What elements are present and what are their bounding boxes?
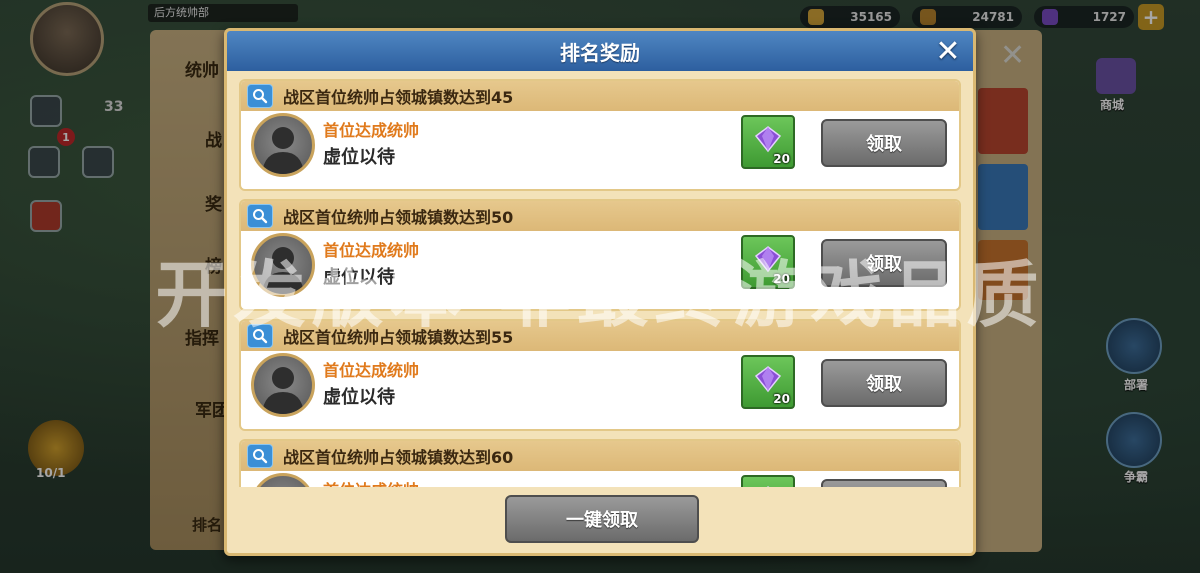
reward-item[interactable]: 20 [741,235,795,289]
reward-item[interactable]: 20 [741,355,795,409]
holder-role: 首位达成统帅 [323,121,420,140]
reward-condition: 战区首位统帅占领城镇数达到60 [283,448,514,467]
close-icon[interactable]: ✕ [931,34,965,69]
reward-card-body: 首位达成统帅 虚位以待 20 领取 [241,231,959,309]
modal-title: 排名奖励 [560,40,640,65]
reward-quantity: 20 [773,272,790,286]
reward-card-header: 战区首位统帅占领城镇数达到45 [241,81,959,111]
purple-gem-icon [754,246,782,273]
purple-gem-icon [754,126,782,153]
holder-name: 虚位以待 [323,147,395,168]
search-icon[interactable] [247,84,273,108]
modal-footer: 一键领取 [227,487,973,553]
reward-condition: 战区首位统帅占领城镇数达到50 [283,208,514,227]
reward-condition: 战区首位统帅占领城镇数达到55 [283,328,514,347]
claim-button[interactable]: 领取 [821,119,947,167]
claim-button[interactable]: 领取 [821,359,947,407]
claim-all-button[interactable]: 一键领取 [505,495,699,543]
reward-quantity: 20 [773,392,790,406]
reward-card-header: 战区首位统帅占领城镇数达到60 [241,441,959,471]
search-icon[interactable] [247,204,273,228]
reward-quantity: 20 [773,152,790,166]
silhouette-avatar-icon [251,113,315,177]
reward-card-body: 首位达成统帅 虚位以待 20 领取 [241,111,959,189]
reward-card: 战区首位统帅占领城镇数达到45 首位达成统帅 虚位以待 20 领取 [239,79,961,191]
holder-name: 虚位以待 [323,267,395,288]
reward-card-header: 战区首位统帅占领城镇数达到55 [241,321,959,351]
reward-card: 战区首位统帅占领城镇数达到55 首位达成统帅 虚位以待 20 领取 [239,319,961,431]
silhouette-avatar-icon [251,353,315,417]
reward-card: 战区首位统帅占领城镇数达到60 首位达成统帅 虚位以待 20 领取 [239,439,961,489]
purple-gem-icon [754,366,782,393]
reward-list[interactable]: 战区首位统帅占领城镇数达到45 首位达成统帅 虚位以待 20 领取 战区首位统帅… [239,77,963,489]
holder-role: 首位达成统帅 [323,241,420,260]
search-icon[interactable] [247,324,273,348]
search-icon[interactable] [247,444,273,468]
claim-button[interactable]: 领取 [821,239,947,287]
holder-role: 首位达成统帅 [323,361,420,380]
holder-name: 虚位以待 [323,387,395,408]
reward-item[interactable]: 20 [741,115,795,169]
silhouette-avatar-icon [251,233,315,297]
modal-header: 排名奖励 ✕ [227,31,973,71]
reward-card-body: 首位达成统帅 虚位以待 20 领取 [241,351,959,429]
reward-card-header: 战区首位统帅占领城镇数达到50 [241,201,959,231]
reward-condition: 战区首位统帅占领城镇数达到45 [283,88,514,107]
reward-card: 战区首位统帅占领城镇数达到50 首位达成统帅 虚位以待 20 领取 [239,199,961,311]
ranking-reward-modal: 排名奖励 ✕ 战区首位统帅占领城镇数达到45 首位达成统帅 虚位以待 20 领取 [224,28,976,556]
